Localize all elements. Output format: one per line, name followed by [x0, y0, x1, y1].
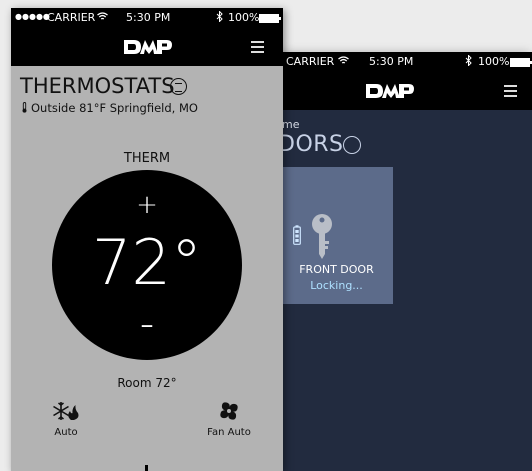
key-icon — [310, 214, 334, 264]
scroll-indicator — [145, 465, 148, 471]
battery-level-icon — [293, 225, 301, 249]
system-mode-button[interactable]: Auto — [36, 401, 96, 438]
thermometer-icon — [22, 102, 27, 116]
time-label: 5:30 PM — [126, 11, 171, 24]
bluetooth-icon — [465, 54, 472, 69]
status-bar: ●●●●● CARRIER 5:30 PM 100% — [11, 8, 283, 26]
status-bar: CARRIER 5:30 PM 100% — [270, 52, 532, 70]
page-title: DORS — [278, 132, 344, 157]
bluetooth-icon — [216, 10, 223, 25]
menu-icon[interactable] — [504, 85, 517, 97]
wifi-icon — [97, 11, 108, 24]
room-temperature: Room 72° — [117, 376, 177, 390]
dmp-logo — [123, 36, 173, 58]
outside-text: Outside 81°F Springfield, MO — [31, 101, 198, 115]
list-icon[interactable] — [170, 78, 187, 95]
system-mode-label: Auto — [54, 427, 78, 438]
battery-icon — [510, 57, 532, 70]
thermostat-dial: + 72° – — [52, 170, 242, 360]
decrease-button[interactable]: – — [52, 310, 242, 340]
thermostat-screen: ●●●●● CARRIER 5:30 PM 100% THERMOSTATS O… — [11, 8, 283, 471]
fan-mode-label: Fan Auto — [207, 427, 251, 438]
breadcrumb[interactable]: me — [282, 118, 299, 131]
door-name: FRONT DOOR — [299, 263, 374, 276]
page-title: THERMOSTATS — [20, 74, 175, 98]
increase-button[interactable]: + — [52, 190, 242, 220]
list-icon[interactable] — [343, 136, 361, 154]
setpoint-value: 72° — [92, 226, 202, 299]
nav-bar — [11, 26, 283, 66]
heat-cool-icon — [53, 402, 79, 425]
wifi-icon — [338, 55, 349, 68]
battery-percent: 100% — [478, 55, 510, 68]
menu-icon[interactable] — [251, 41, 264, 53]
battery-icon — [259, 13, 281, 26]
time-label: 5:30 PM — [369, 55, 414, 68]
signal-icon: ●●●●● — [15, 12, 50, 21]
outside-temperature: Outside 81°F Springfield, MO — [22, 101, 198, 116]
door-status: Locking... — [310, 279, 363, 292]
battery-percent: 100% — [228, 11, 260, 24]
carrier-label: CARRIER — [286, 55, 335, 68]
nav-bar — [270, 70, 532, 110]
doors-screen: CARRIER 5:30 PM 100% me DORS FRONT DOOR … — [270, 52, 532, 471]
door-tile[interactable]: FRONT DOOR Locking... — [280, 167, 393, 304]
fan-mode-button[interactable]: Fan Auto — [199, 401, 259, 438]
fan-icon — [219, 402, 239, 425]
carrier-label: CARRIER — [47, 11, 96, 24]
dmp-logo — [365, 80, 415, 102]
thermostat-name: THERM — [123, 151, 171, 166]
